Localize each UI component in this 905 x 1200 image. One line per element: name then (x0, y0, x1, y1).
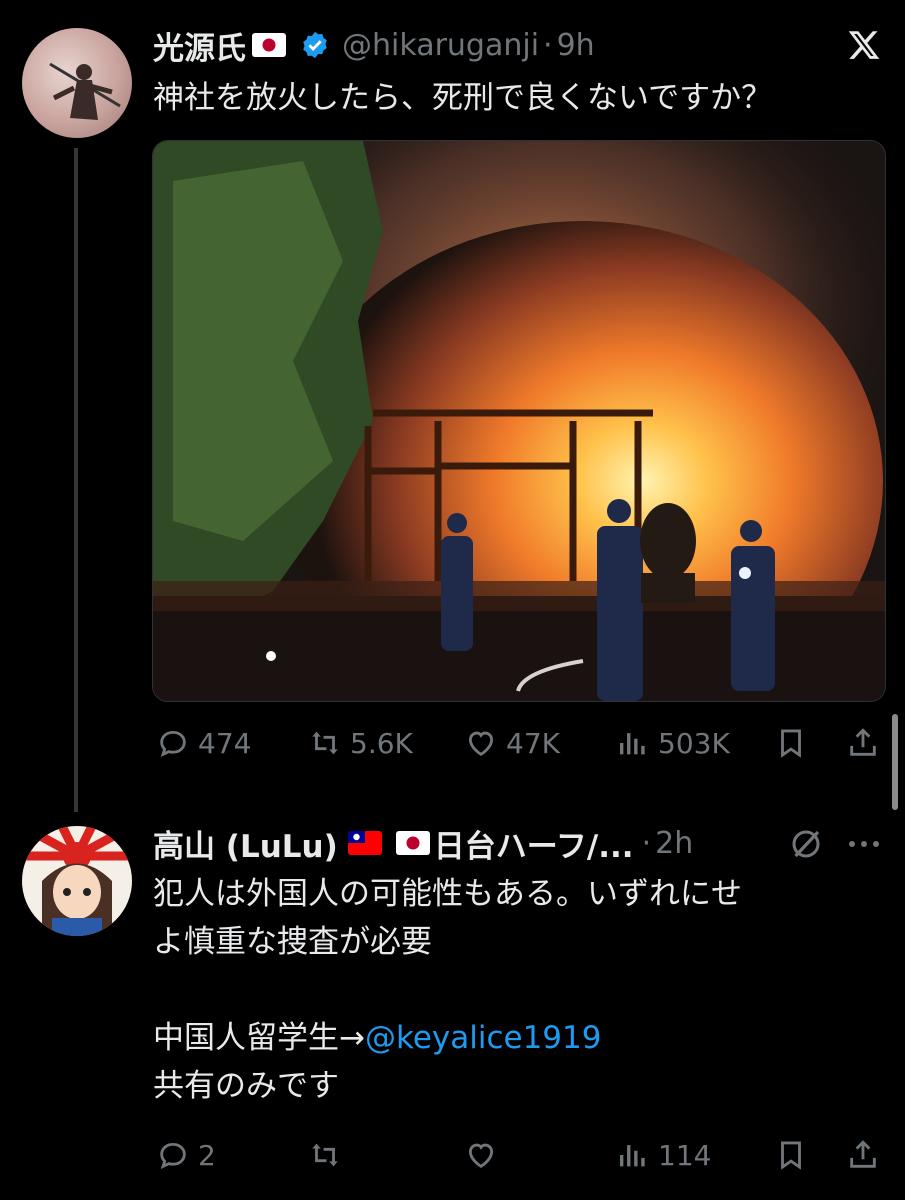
mention-link[interactable]: @keyalice1919 (365, 1020, 602, 1056)
repost-icon (312, 1143, 338, 1167)
reply-text-line: よ慎重な捜査が必要 (153, 924, 432, 960)
views-icon (619, 1145, 645, 1167)
avatar[interactable] (22, 28, 132, 138)
reply-button[interactable]: 474 (156, 726, 251, 760)
timestamp[interactable]: 9h (557, 28, 595, 63)
like-button[interactable] (464, 1138, 498, 1172)
repost-button[interactable] (308, 1138, 342, 1172)
handle[interactable]: @hikaruganji (342, 28, 539, 63)
reply-text: 犯人は外国人の可能性もある。いずれにせ よ慎重な捜査が必要 中国人留学生→@ke… (153, 870, 853, 1110)
views-count: 114 (658, 1138, 712, 1172)
views-count: 503K (658, 726, 730, 760)
x-logo-icon[interactable] (846, 28, 882, 66)
more-icon[interactable] (846, 836, 882, 855)
taiwan-flag-icon (347, 831, 382, 855)
like-icon (468, 731, 494, 756)
timestamp[interactable]: 2h (655, 826, 693, 861)
views-icon (619, 733, 645, 755)
verified-badge-icon (300, 30, 330, 60)
views-button[interactable]: 503K (616, 726, 730, 760)
share-button[interactable] (846, 1138, 880, 1172)
display-name[interactable]: 高山 (LuLu) (153, 821, 338, 866)
post-image[interactable] (152, 140, 886, 702)
share-button[interactable] (846, 726, 880, 760)
reply-count: 474 (198, 726, 252, 760)
repost-icon (312, 731, 338, 755)
grok-icon[interactable] (788, 826, 824, 866)
reply-text-line: 共有のみです (153, 1068, 339, 1104)
like-count: 47K (506, 726, 560, 760)
display-name[interactable]: 光源氏 (153, 23, 246, 68)
reply-icon (160, 730, 186, 757)
display-name-suffix[interactable]: 日台ハーフ/... (434, 821, 634, 866)
japan-flag-icon (252, 33, 286, 57)
bookmark-icon (781, 1141, 801, 1170)
bookmark-button[interactable] (774, 1138, 808, 1172)
reply-text-line: 中国人留学生→ (153, 1020, 365, 1056)
thread-line (74, 148, 78, 812)
scrollbar[interactable] (892, 714, 898, 810)
repost-count: 5.6K (350, 726, 413, 760)
like-icon (468, 1143, 494, 1168)
bookmark-icon (781, 729, 801, 758)
share-icon (850, 1140, 876, 1168)
separator: · (543, 27, 553, 63)
like-button[interactable]: 47K (464, 726, 560, 760)
views-button[interactable]: 114 (616, 1138, 711, 1172)
japan-flag-icon (395, 831, 430, 855)
bookmark-button[interactable] (774, 726, 808, 760)
separator: · (641, 825, 652, 861)
reply-text-line: 犯人は外国人の可能性もある。いずれにせ (153, 876, 742, 912)
avatar[interactable] (22, 826, 132, 936)
share-icon (850, 728, 876, 756)
reply-button[interactable]: 2 (156, 1138, 216, 1172)
reply-count: 2 (198, 1138, 216, 1172)
post-text: 神社を放火したら、死刑で良くないですか？ (153, 80, 773, 116)
reply-icon (160, 1142, 186, 1169)
repost-button[interactable]: 5.6K (308, 726, 413, 760)
